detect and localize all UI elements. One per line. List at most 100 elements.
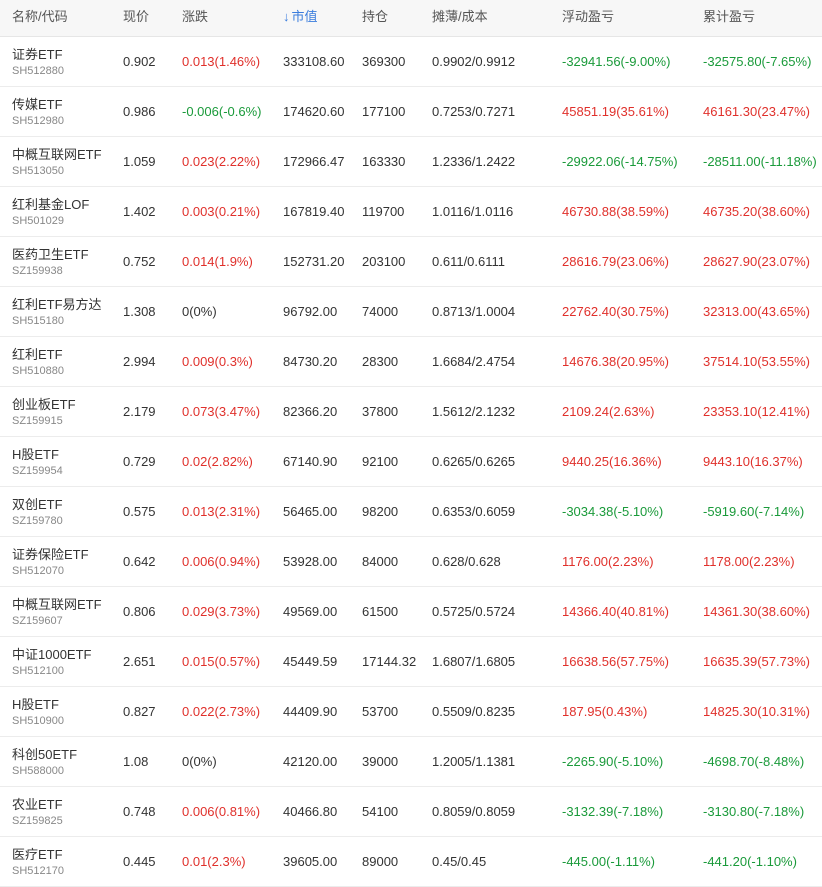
market-value-cell: 53928.00: [283, 554, 338, 569]
position-cell: 37800: [362, 404, 399, 419]
accumulated-pnl-cell: 1178.00(2.23%): [703, 554, 795, 569]
price-cell: 1.402: [123, 204, 156, 219]
cost-cell: 0.45/0.45: [432, 854, 487, 869]
accumulated-pnl-cell: -32575.80(-7.65%): [703, 54, 812, 69]
market-value-cell: 333108.60: [283, 54, 345, 69]
position-cell: 89000: [362, 854, 399, 869]
fund-name: H股ETF: [12, 697, 59, 712]
accumulated-pnl-cell: 32313.00(43.65%): [703, 304, 810, 319]
fund-name-code[interactable]: 中概互联网ETF SH513050: [12, 137, 122, 186]
holdings-table: 名称/代码 现价 涨跌 ↓ 市值 持仓 摊薄/成本 浮动盈亏 累计盈亏 证券ETF…: [0, 0, 822, 887]
position-cell: 54100: [362, 804, 399, 819]
header-floating-pnl[interactable]: 浮动盈亏: [562, 0, 614, 36]
fund-name: 医疗ETF: [12, 847, 63, 862]
change-cell: 0.006(0.94%): [182, 554, 261, 569]
header-market-value[interactable]: ↓ 市值: [283, 0, 318, 36]
cost-cell: 0.8713/1.0004: [432, 304, 516, 319]
change-cell: -0.006(-0.6%): [182, 104, 262, 119]
table-row[interactable]: 证券保险ETF SH512070 0.642 0.006(0.94%) 5392…: [0, 537, 822, 587]
cost-cell: 1.6684/2.4754: [432, 354, 516, 369]
fund-name-code[interactable]: 农业ETF SZ159825: [12, 787, 122, 836]
table-row[interactable]: 中证1000ETF SH512100 2.651 0.015(0.57%) 45…: [0, 637, 822, 687]
fund-name-code[interactable]: 双创ETF SZ159780: [12, 487, 122, 536]
table-row[interactable]: 医疗ETF SH512170 0.445 0.01(2.3%) 39605.00…: [0, 837, 822, 887]
fund-name: 传媒ETF: [12, 97, 63, 112]
fund-name-code[interactable]: H股ETF SZ159954: [12, 437, 122, 486]
fund-name: 中概互联网ETF: [12, 147, 102, 162]
position-cell: 28300: [362, 354, 399, 369]
header-cost[interactable]: 摊薄/成本: [432, 0, 488, 36]
fund-name-code[interactable]: 中证1000ETF SH512100: [12, 637, 122, 686]
fund-name-code[interactable]: H股ETF SH510900: [12, 687, 122, 736]
floating-pnl-cell: -445.00(-1.11%): [562, 854, 655, 869]
price-cell: 1.059: [123, 154, 156, 169]
table-row[interactable]: 创业板ETF SZ159915 2.179 0.073(3.47%) 82366…: [0, 387, 822, 437]
table-row[interactable]: 农业ETF SZ159825 0.748 0.006(0.81%) 40466.…: [0, 787, 822, 837]
table-row[interactable]: 中概互联网ETF SH513050 1.059 0.023(2.22%) 172…: [0, 137, 822, 187]
floating-pnl-cell: 2109.24(2.63%): [562, 404, 655, 419]
fund-name: 双创ETF: [12, 497, 63, 512]
floating-pnl-cell: 45851.19(35.61%): [562, 104, 669, 119]
table-row[interactable]: 中概互联网ETF SZ159607 0.806 0.029(3.73%) 495…: [0, 587, 822, 637]
fund-name: 农业ETF: [12, 797, 63, 812]
fund-name-code[interactable]: 创业板ETF SZ159915: [12, 387, 122, 436]
fund-name-code[interactable]: 传媒ETF SH512980: [12, 87, 122, 136]
change-cell: 0.006(0.81%): [182, 804, 261, 819]
floating-pnl-cell: 46730.88(38.59%): [562, 204, 669, 219]
table-row[interactable]: 红利ETF SH510880 2.994 0.009(0.3%) 84730.2…: [0, 337, 822, 387]
table-row[interactable]: 科创50ETF SH588000 1.08 0(0%) 42120.00 390…: [0, 737, 822, 787]
fund-name-code[interactable]: 医疗ETF SH512170: [12, 837, 122, 886]
market-value-cell: 84730.20: [283, 354, 338, 369]
cost-cell: 1.0116/1.0116: [432, 204, 514, 219]
header-change[interactable]: 涨跌: [182, 0, 208, 36]
position-cell: 98200: [362, 504, 399, 519]
table-row[interactable]: 双创ETF SZ159780 0.575 0.013(2.31%) 56465.…: [0, 487, 822, 537]
header-market-value-label: 市值: [291, 9, 318, 24]
change-cell: 0.073(3.47%): [182, 404, 261, 419]
cost-cell: 0.628/0.628: [432, 554, 501, 569]
table-row[interactable]: 证券ETF SH512880 0.902 0.013(1.46%) 333108…: [0, 37, 822, 87]
accumulated-pnl-cell: -3130.80(-7.18%): [703, 804, 805, 819]
table-row[interactable]: 红利ETF易方达 SH515180 1.308 0(0%) 96792.00 7…: [0, 287, 822, 337]
cost-cell: 0.5509/0.8235: [432, 704, 516, 719]
fund-name-code[interactable]: 红利基金LOF SH501029: [12, 187, 122, 236]
position-cell: 119700: [362, 204, 405, 219]
floating-pnl-cell: 187.95(0.43%): [562, 704, 648, 719]
price-cell: 0.827: [123, 704, 156, 719]
fund-code: SH512170: [12, 865, 64, 877]
fund-code: SH588000: [12, 765, 64, 777]
fund-code: SZ159780: [12, 515, 63, 527]
table-row[interactable]: 医药卫生ETF SZ159938 0.752 0.014(1.9%) 15273…: [0, 237, 822, 287]
table-row[interactable]: 传媒ETF SH512980 0.986 -0.006(-0.6%) 17462…: [0, 87, 822, 137]
market-value-cell: 39605.00: [283, 854, 338, 869]
market-value-cell: 152731.20: [283, 254, 345, 269]
floating-pnl-cell: 14676.38(20.95%): [562, 354, 669, 369]
fund-name-code[interactable]: 科创50ETF SH588000: [12, 737, 122, 786]
header-name-code[interactable]: 名称/代码: [12, 0, 68, 36]
price-cell: 0.748: [123, 804, 156, 819]
fund-name: 红利ETF: [12, 347, 63, 362]
price-cell: 0.642: [123, 554, 156, 569]
fund-name-code[interactable]: 红利ETF易方达 SH515180: [12, 287, 122, 336]
market-value-cell: 44409.90: [283, 704, 338, 719]
fund-name-code[interactable]: 证券ETF SH512880: [12, 37, 122, 86]
market-value-cell: 67140.90: [283, 454, 338, 469]
table-body: 证券ETF SH512880 0.902 0.013(1.46%) 333108…: [0, 37, 822, 887]
table-row[interactable]: H股ETF SH510900 0.827 0.022(2.73%) 44409.…: [0, 687, 822, 737]
header-accumulated-pnl[interactable]: 累计盈亏: [703, 0, 755, 36]
table-row[interactable]: 红利基金LOF SH501029 1.402 0.003(0.21%) 1678…: [0, 187, 822, 237]
table-row[interactable]: H股ETF SZ159954 0.729 0.02(2.82%) 67140.9…: [0, 437, 822, 487]
fund-name-code[interactable]: 证券保险ETF SH512070: [12, 537, 122, 586]
change-cell: 0.02(2.82%): [182, 454, 253, 469]
price-cell: 0.986: [123, 104, 156, 119]
fund-name: 红利ETF易方达: [12, 297, 102, 312]
fund-name: 科创50ETF: [12, 747, 78, 762]
change-cell: 0(0%): [182, 754, 217, 769]
fund-name-code[interactable]: 红利ETF SH510880: [12, 337, 122, 386]
price-cell: 0.729: [123, 454, 156, 469]
header-position[interactable]: 持仓: [362, 0, 388, 36]
fund-name-code[interactable]: 中概互联网ETF SZ159607: [12, 587, 122, 636]
header-price[interactable]: 现价: [123, 0, 149, 36]
floating-pnl-cell: -3034.38(-5.10%): [562, 504, 664, 519]
fund-name-code[interactable]: 医药卫生ETF SZ159938: [12, 237, 122, 286]
